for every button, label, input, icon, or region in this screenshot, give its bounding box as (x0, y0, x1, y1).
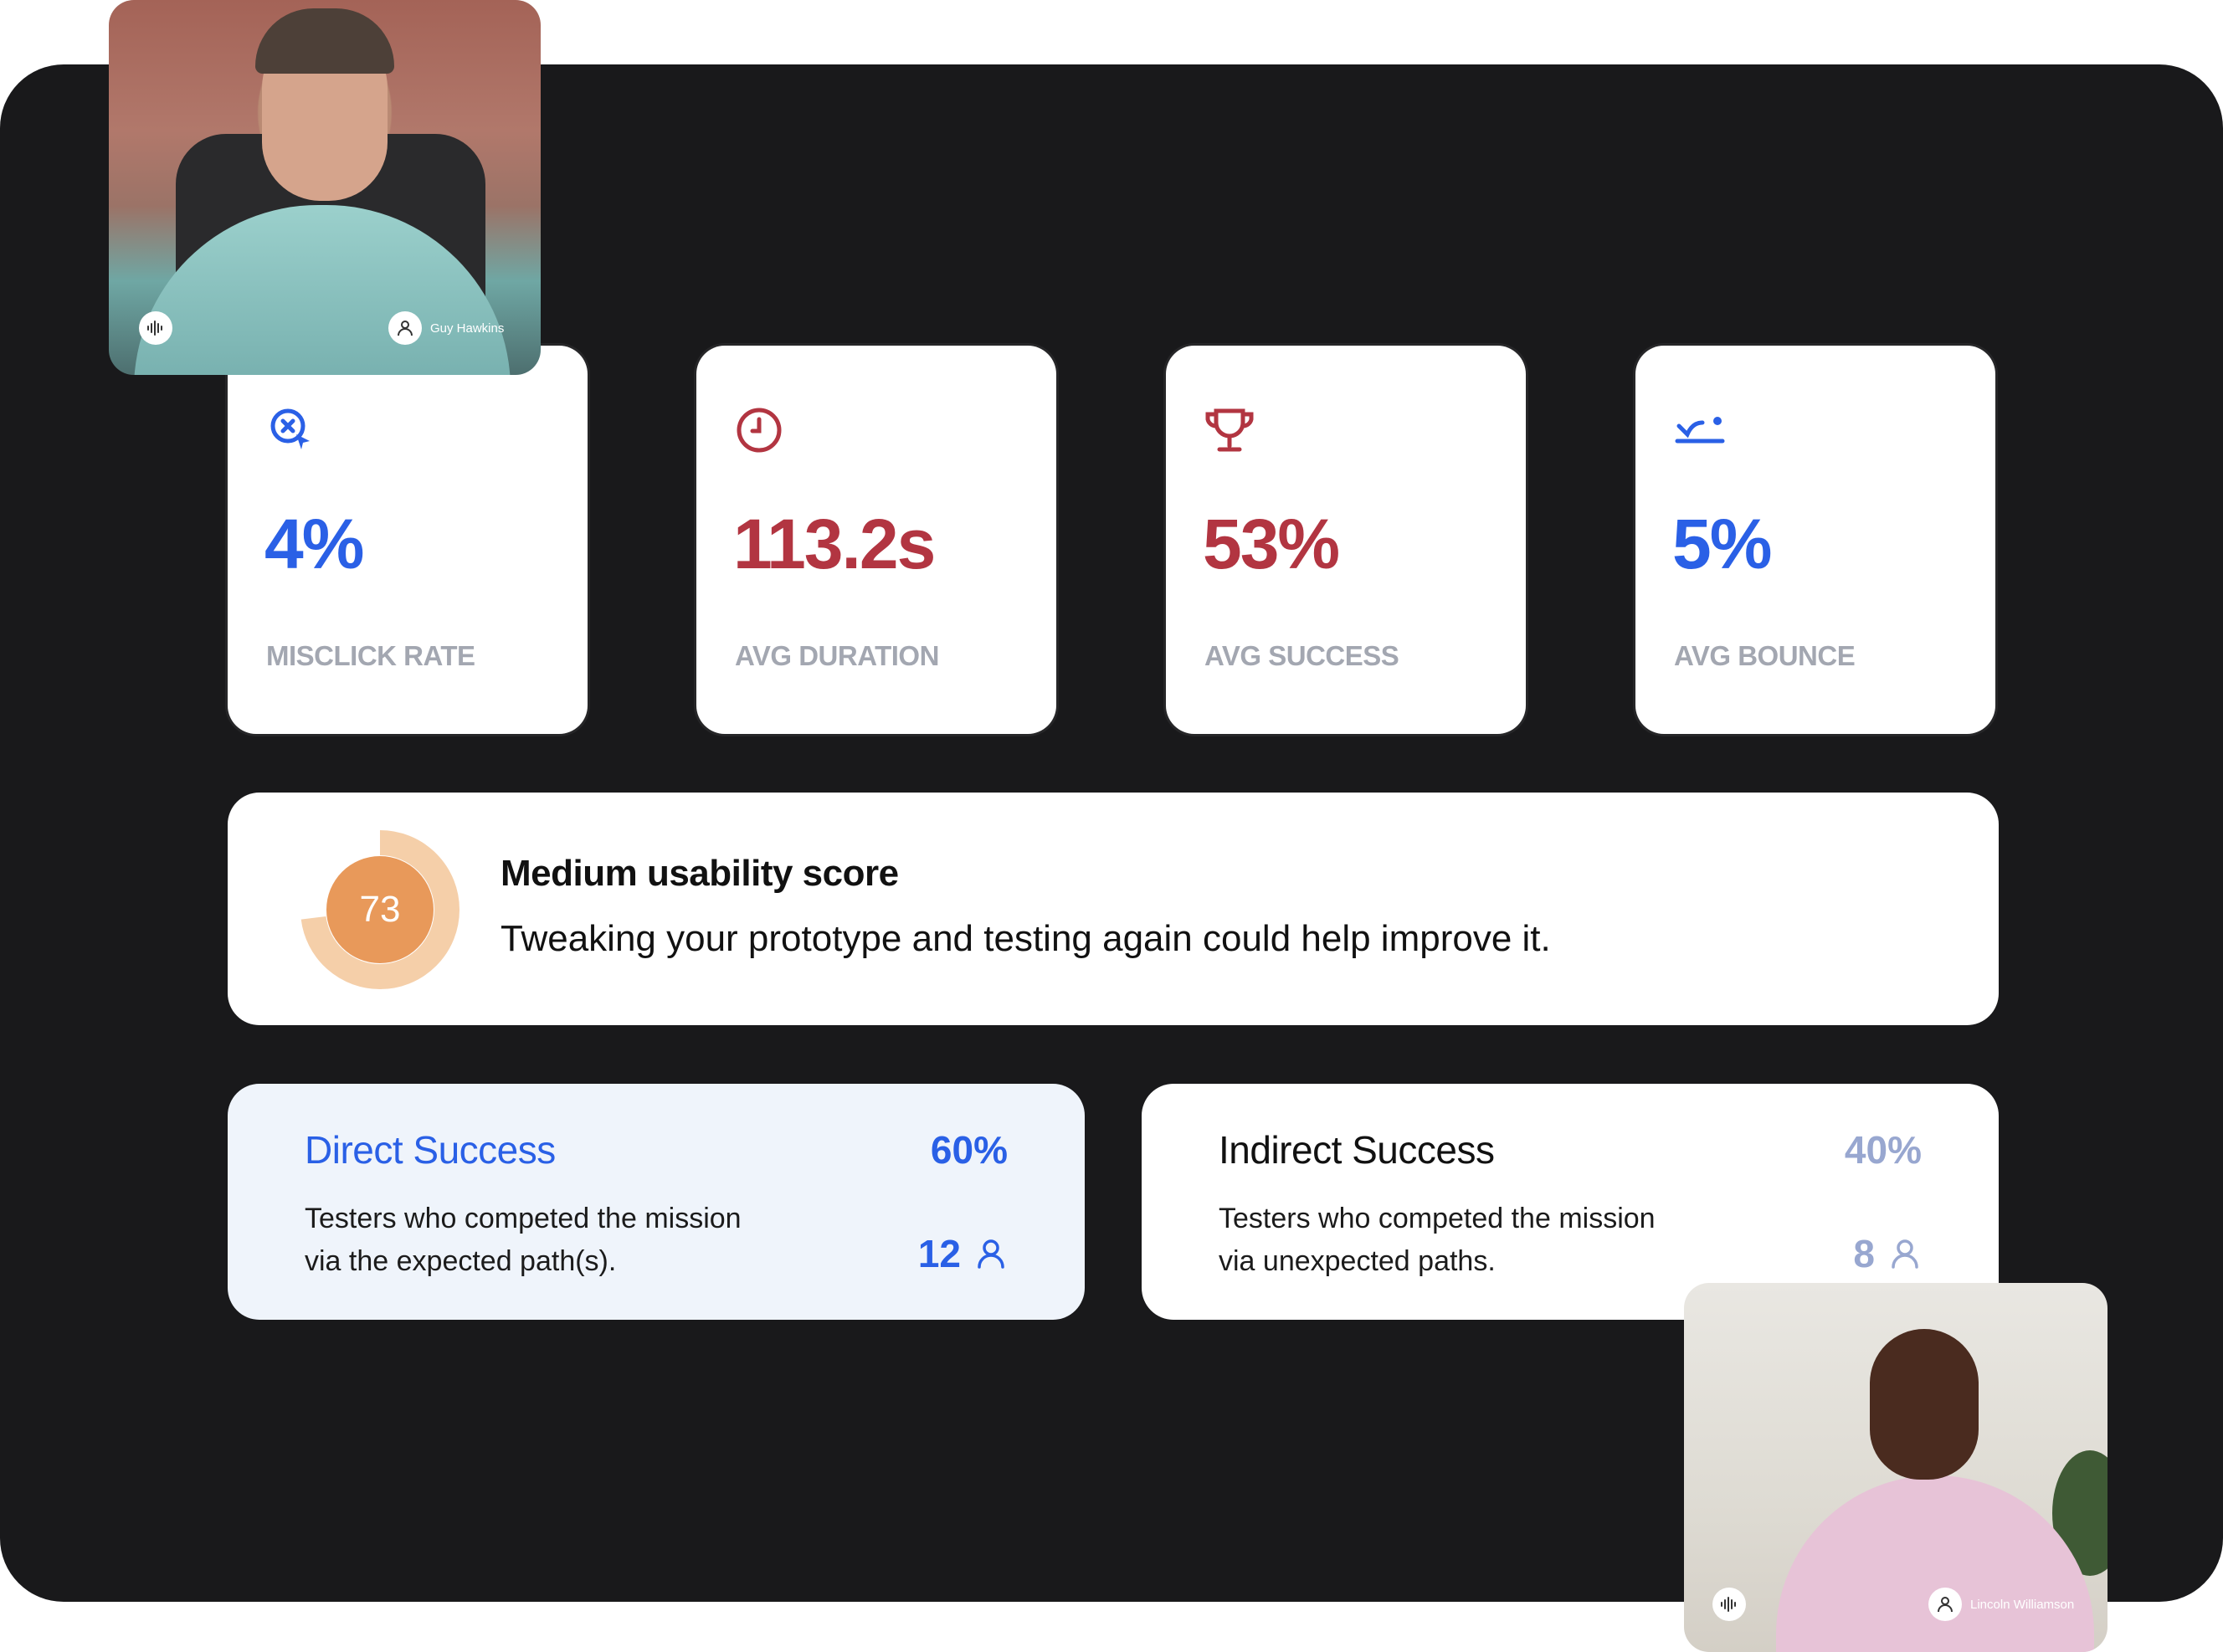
audio-wave-icon[interactable] (1712, 1588, 1746, 1621)
success-label: AVG SUCCESS (1204, 640, 1399, 671)
video-person-head (1870, 1329, 1979, 1480)
direct-success-title: Direct Success (305, 1128, 556, 1172)
indirect-success-description: Testers who competed the mission via une… (1219, 1198, 1738, 1283)
video-person-body (1776, 1475, 2094, 1652)
video-tile-lincoln-williamson[interactable]: Lincoln Williamson (1684, 1283, 2107, 1652)
indirect-success-title: Indirect Success (1219, 1128, 1495, 1172)
user-icon (388, 311, 422, 345)
score-value: 73 (359, 889, 401, 930)
trophy-icon (1205, 408, 1254, 452)
stat-card-bounce: 5% AVG BOUNCE (1635, 346, 1995, 734)
direct-success-description: Testers who competed the mission via the… (305, 1198, 824, 1283)
video-person-hair (255, 8, 394, 74)
duration-value: 113.2s (733, 505, 936, 583)
participant-name: Lincoln Williamson (1970, 1597, 2075, 1612)
participant-name-tag: Lincoln Williamson (1928, 1588, 2074, 1621)
participant-name: Guy Hawkins (430, 321, 505, 336)
stat-card-misclick: 4% MISCLICK RATE (228, 346, 588, 734)
bounce-value: 5% (1672, 505, 1772, 583)
audio-wave-icon[interactable] (139, 311, 172, 345)
stat-card-success: 53% AVG SUCCESS (1166, 346, 1526, 734)
video-tile-guy-hawkins[interactable]: Guy Hawkins (109, 0, 541, 375)
usability-score-card: 73 Medium usability score Tweaking your … (228, 793, 1999, 1025)
direct-desc-line2: via the expected path(s). (305, 1245, 617, 1277)
bounce-icon (1675, 417, 1725, 444)
direct-desc-line1: Testers who competed the mission (305, 1203, 742, 1234)
clock-icon (737, 408, 782, 453)
indirect-desc-line1: Testers who competed the mission (1219, 1203, 1656, 1234)
stat-card-duration: 113.2s AVG DURATION (696, 346, 1056, 734)
indirect-success-percent: 40% (1844, 1128, 1922, 1172)
direct-success-percent: 60% (930, 1128, 1008, 1172)
direct-count-value: 12 (917, 1232, 961, 1275)
indirect-count-value: 8 (1853, 1232, 1875, 1275)
usability-description: Tweaking your prototype and testing agai… (501, 918, 1551, 959)
indirect-desc-line2: via unexpected paths. (1219, 1245, 1496, 1277)
misclick-value: 4% (264, 505, 364, 583)
duration-label: AVG DURATION (735, 640, 939, 671)
indirect-success-count: 8 (1853, 1231, 1922, 1276)
usability-title: Medium usability score (501, 853, 899, 894)
person-icon (978, 1239, 1004, 1269)
user-icon (1928, 1588, 1962, 1621)
bounce-label: AVG BOUNCE (1674, 640, 1856, 671)
misclick-icon (270, 408, 310, 449)
participant-name-tag: Guy Hawkins (388, 311, 504, 345)
success-value: 53% (1203, 505, 1340, 583)
misclick-label: MISCLICK RATE (266, 640, 475, 671)
direct-success-count: 12 (918, 1231, 1008, 1276)
person-icon (1892, 1239, 1918, 1269)
direct-success-card: Direct Success 60% Testers who competed … (228, 1084, 1085, 1320)
